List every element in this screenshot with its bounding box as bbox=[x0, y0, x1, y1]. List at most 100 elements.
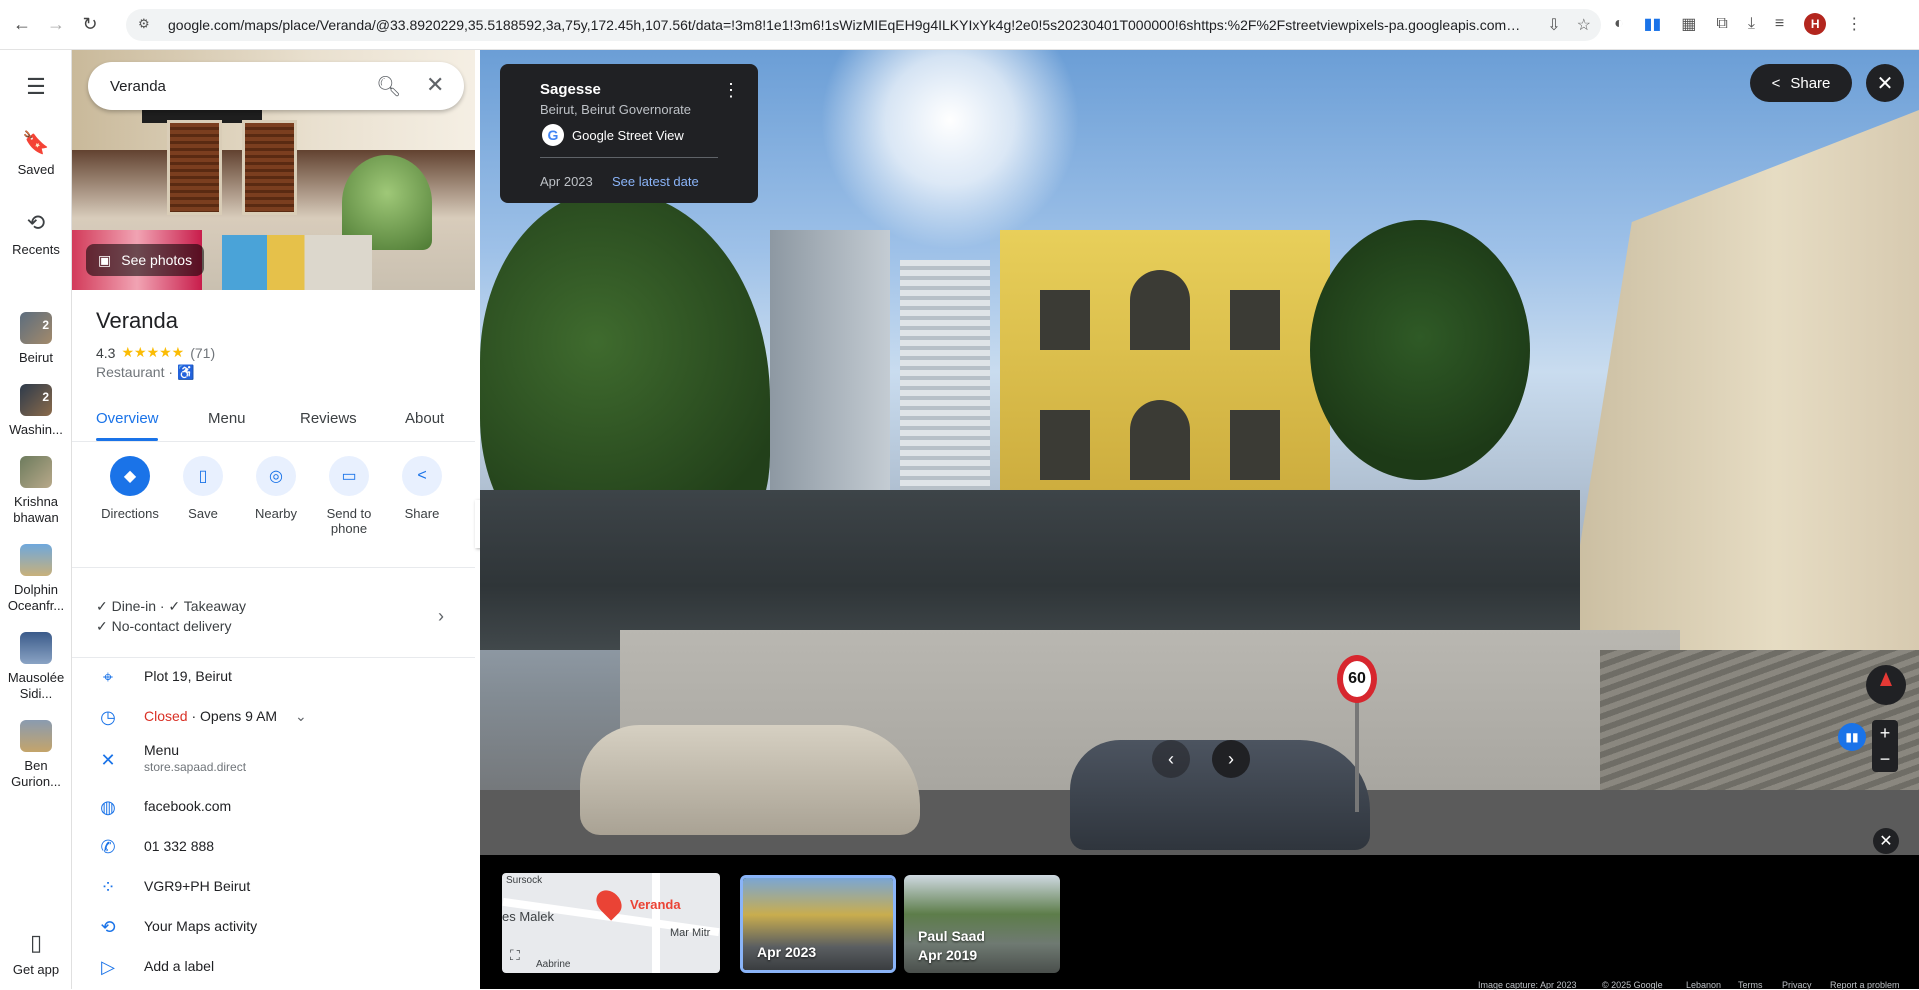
recent-place-krishna-bhawan[interactable]: Krishna bhawan bbox=[0, 456, 72, 526]
media-icon[interactable]: ≡ bbox=[1775, 15, 1784, 33]
website-row[interactable]: ◍ facebook.com bbox=[72, 788, 475, 824]
mini-map[interactable]: Sursock es Malek Veranda Mar Mitr Aabrin… bbox=[502, 873, 720, 973]
more-options-icon[interactable]: ⋮ bbox=[722, 80, 740, 101]
downloads-icon[interactable]: ⤓ bbox=[1748, 15, 1755, 33]
share-button[interactable]: < Share bbox=[386, 456, 458, 521]
address-row[interactable]: ⌖ Plot 19, Beirut bbox=[72, 658, 475, 694]
filmstrip-thumbnail-selected[interactable]: Apr 2023 bbox=[740, 875, 896, 973]
back-icon[interactable]: ← bbox=[10, 13, 34, 37]
history-icon: ⟲ bbox=[26, 210, 46, 235]
reload-icon[interactable]: ↻ bbox=[78, 13, 102, 37]
browser-menu-icon[interactable]: ⋮ bbox=[1846, 14, 1862, 34]
street-view-source: Google Street View bbox=[572, 128, 684, 143]
tab-about[interactable]: About bbox=[405, 410, 444, 427]
map-pin-label: Veranda bbox=[630, 897, 681, 912]
street-view-share-button[interactable]: < Share bbox=[1750, 64, 1852, 102]
recent-place-mausolee[interactable]: Mausolée Sidi... bbox=[0, 632, 72, 702]
check-icon: ✓ bbox=[96, 598, 108, 614]
extensions-puzzle-icon[interactable]: ⧉ bbox=[1716, 15, 1727, 33]
google-g-icon: G bbox=[542, 124, 564, 146]
chevron-down-icon[interactable]: ⌄ bbox=[295, 708, 307, 724]
clock-icon: ◷ bbox=[100, 707, 116, 727]
utensils-icon: ✕ bbox=[100, 750, 116, 770]
plus-code-row[interactable]: ⁘ VGR9+PH Beirut bbox=[72, 868, 475, 904]
search-input[interactable]: Veranda bbox=[110, 78, 360, 95]
globe-icon: ◍ bbox=[100, 797, 116, 817]
star-rating-icon: ★★★★★ bbox=[121, 344, 185, 360]
place-type: Restaurant · ♿ bbox=[96, 364, 195, 380]
zoom-out-button[interactable]: − bbox=[1872, 746, 1898, 772]
tab-menu[interactable]: Menu bbox=[208, 410, 246, 427]
close-icon[interactable]: ✕ bbox=[426, 72, 444, 98]
left-rail: ☰ 🔖 Saved ⟲ Recents 2 Beirut 2 Washin...… bbox=[0, 50, 72, 989]
capture-date: Apr 2023 bbox=[540, 174, 593, 189]
street-view-location-subtitle: Beirut, Beirut Governorate bbox=[540, 102, 692, 117]
status-closed: Closed bbox=[144, 708, 188, 724]
phone-icon: ▯ bbox=[29, 930, 43, 955]
profile-avatar[interactable]: H bbox=[1804, 13, 1827, 35]
share-icon: < bbox=[402, 456, 442, 496]
service-options[interactable]: ✓ Dine-in · ✓ Takeaway ✓ No-contact deli… bbox=[72, 568, 475, 658]
place-thumbnail: 2 bbox=[20, 312, 52, 344]
phone-icon: ✆ bbox=[100, 837, 116, 857]
filmstrip-thumbnail[interactable]: Paul Saad Apr 2019 bbox=[904, 875, 1060, 973]
label-icon: ▷ bbox=[101, 957, 115, 977]
extension-icon[interactable]: ▮▮ bbox=[1644, 14, 1662, 34]
zoom-in-button[interactable]: + bbox=[1872, 720, 1898, 746]
pegman-icon[interactable]: ▮▮ bbox=[1838, 723, 1866, 751]
directions-button[interactable]: ◆ Directions bbox=[94, 456, 166, 521]
site-info-icon[interactable]: ⚙ bbox=[138, 16, 156, 34]
speed-limit-sign: 60 bbox=[1337, 655, 1377, 703]
bookmark-star-icon[interactable]: ☆ bbox=[1577, 15, 1591, 35]
compass-button[interactable] bbox=[1866, 665, 1906, 705]
extension-icon[interactable]: ▦ bbox=[1681, 14, 1696, 34]
location-pin-icon: ⌖ bbox=[102, 667, 114, 687]
nearby-icon: ◎ bbox=[256, 456, 296, 496]
menu-row[interactable]: ✕ Menu store.sapaad.direct bbox=[72, 738, 475, 784]
saved-button[interactable]: 🔖 Saved bbox=[0, 130, 72, 178]
close-filmstrip-button[interactable]: ✕ bbox=[1873, 828, 1899, 854]
hours-row[interactable]: ◷ Closed · Opens 9 AM ⌄ bbox=[72, 698, 475, 734]
forward-icon[interactable]: → bbox=[44, 13, 68, 37]
recent-place-dolphin[interactable]: Dolphin Oceanfr... bbox=[0, 544, 72, 614]
active-tab-indicator bbox=[96, 438, 158, 441]
recent-place-washington[interactable]: 2 Washin... bbox=[0, 384, 72, 438]
tab-overview[interactable]: Overview bbox=[96, 410, 159, 427]
nearby-button[interactable]: ◎ Nearby bbox=[240, 456, 312, 521]
bookmark-icon: ▯ bbox=[183, 456, 223, 496]
recents-button[interactable]: ⟲ Recents bbox=[0, 210, 72, 258]
navigate-back-arrow[interactable]: ‹ bbox=[1152, 740, 1190, 778]
expand-map-icon[interactable]: ⛶ bbox=[510, 947, 530, 967]
url-text[interactable]: google.com/maps/place/Veranda/@33.892022… bbox=[168, 17, 1528, 33]
see-photos-button[interactable]: ▣ See photos bbox=[86, 244, 205, 276]
zoom-controls: + − bbox=[1872, 720, 1898, 772]
close-street-view-button[interactable]: ✕ bbox=[1866, 64, 1904, 102]
wheelchair-accessible-icon: ♿ bbox=[176, 364, 195, 380]
place-thumbnail: 2 bbox=[20, 384, 52, 416]
navigate-forward-arrow[interactable]: › bbox=[1212, 740, 1250, 778]
place-panel: ▣ See photos Veranda 🔍︎ ✕ Veranda 4.3 ★★… bbox=[72, 50, 475, 989]
photo-icon: ▣ bbox=[98, 251, 112, 268]
add-label-row[interactable]: ▷ Add a label bbox=[72, 948, 475, 984]
save-button[interactable]: ▯ Save bbox=[167, 456, 239, 521]
install-icon[interactable]: ⇩ bbox=[1547, 15, 1560, 35]
search-icon[interactable]: 🔍︎ bbox=[376, 74, 401, 99]
see-latest-date-link[interactable]: See latest date bbox=[612, 174, 699, 189]
maps-activity-row[interactable]: ⟲ Your Maps activity bbox=[72, 908, 475, 944]
phone-row[interactable]: ✆ 01 332 888 bbox=[72, 828, 475, 864]
send-to-phone-button[interactable]: ▭ Send to phone bbox=[313, 456, 385, 536]
send-to-phone-icon: ▭ bbox=[329, 456, 369, 496]
menu-button[interactable]: ☰ bbox=[0, 74, 72, 106]
recent-place-beirut[interactable]: 2 Beirut bbox=[0, 312, 72, 366]
directions-icon: ◆ bbox=[110, 456, 150, 496]
chevron-right-icon[interactable]: › bbox=[438, 606, 444, 627]
extension-icon[interactable]: ◐ bbox=[1614, 15, 1624, 33]
place-tabs: Overview Menu Reviews About bbox=[72, 398, 475, 442]
hamburger-menu-icon[interactable]: ☰ bbox=[0, 74, 72, 100]
chevron-left-icon: ‹ bbox=[1168, 748, 1174, 769]
reviews-count-link[interactable]: (71) bbox=[190, 345, 215, 361]
address-bar[interactable]: ⚙ google.com/maps/place/Veranda/@33.8920… bbox=[126, 9, 1601, 41]
get-app-button[interactable]: ▯ Get app bbox=[0, 930, 72, 978]
tab-reviews[interactable]: Reviews bbox=[300, 410, 357, 427]
recent-place-ben-gurion[interactable]: Ben Gurion... bbox=[0, 720, 72, 790]
